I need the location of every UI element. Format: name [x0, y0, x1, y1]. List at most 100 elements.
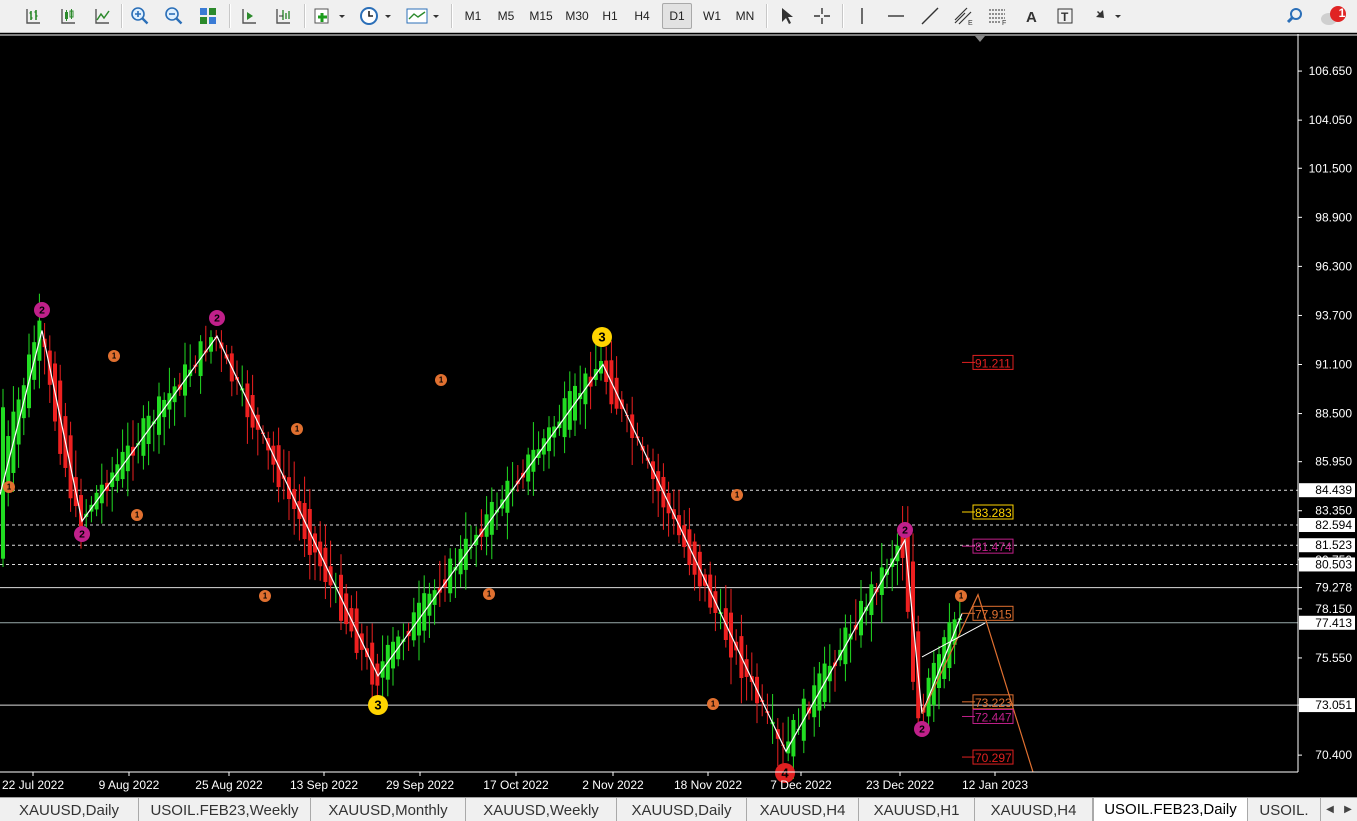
alerts-icon[interactable]: 1 — [1318, 3, 1350, 29]
wave-marker-glyph: 2 — [214, 314, 220, 325]
wave-marker-glyph: 3 — [598, 330, 605, 345]
target-level-label: 72.447 — [975, 710, 1012, 724]
timeframe-mn[interactable]: MN — [730, 3, 760, 29]
price-box-label: 84.439 — [1315, 483, 1352, 497]
wave-marker-glyph: 1 — [735, 491, 740, 500]
date-tick-label: 13 Sep 2022 — [290, 778, 358, 792]
text-label-icon[interactable]: T — [1052, 3, 1078, 29]
equidistant-channel-icon[interactable]: E — [950, 3, 978, 29]
tab-usoil-daily[interactable]: USOIL.FEB23,Daily — [1093, 798, 1248, 821]
toolbar: M1 M5 M15 M30 H1 H4 D1 W1 MN E F A T 1 — [0, 0, 1357, 33]
price-tick-label: 104.050 — [1309, 113, 1353, 127]
price-box-label: 81.523 — [1315, 538, 1352, 552]
price-tick-label: 75.550 — [1315, 651, 1352, 665]
price-tick-label: 93.700 — [1315, 308, 1352, 322]
wave-marker-glyph: 2 — [79, 530, 85, 541]
tab-scroll-left-icon[interactable]: ◀ — [1326, 804, 1334, 815]
crosshair-icon[interactable] — [808, 3, 836, 29]
target-level-label: 83.283 — [975, 506, 1012, 520]
zoom-out-icon[interactable] — [161, 3, 187, 29]
date-tick-label: 29 Sep 2022 — [386, 778, 454, 792]
period-clock-icon[interactable] — [357, 3, 395, 29]
tile-windows-icon[interactable] — [195, 3, 221, 29]
wave-marker-glyph: 1 — [135, 511, 140, 520]
target-level-label: 73.223 — [975, 696, 1012, 710]
chart-shift-icon[interactable] — [270, 3, 296, 29]
arrows-icon[interactable] — [1086, 3, 1126, 29]
tab-xauusd-h4-2[interactable]: XAUUSD,H4 — [975, 798, 1093, 821]
date-tick-label: 18 Nov 2022 — [674, 778, 742, 792]
timeframe-m5[interactable]: M5 — [491, 3, 521, 29]
line-chart-icon[interactable] — [89, 3, 115, 29]
trendline-icon[interactable] — [916, 3, 944, 29]
wave-marker-glyph: 1 — [711, 700, 716, 709]
wave-marker-glyph: 1 — [7, 483, 12, 492]
tab-xauusd-daily[interactable]: XAUUSD,Daily — [0, 798, 139, 821]
search-icon[interactable] — [1282, 3, 1308, 29]
wave-marker-glyph: 1 — [295, 425, 300, 434]
wave-marker-glyph: 2 — [902, 526, 908, 537]
timeframe-d1[interactable]: D1 — [662, 3, 692, 29]
timeframe-h1[interactable]: H1 — [596, 3, 624, 29]
target-level-label: 91.211 — [975, 356, 1011, 370]
text-icon[interactable]: A — [1019, 3, 1045, 29]
price-tick-label: 83.350 — [1315, 504, 1352, 518]
svg-text:E: E — [968, 20, 973, 26]
tab-scroll-right-icon[interactable]: ▶ — [1344, 804, 1352, 815]
wave-marker-glyph: 2 — [39, 306, 45, 317]
auto-scroll-icon[interactable] — [236, 3, 262, 29]
wave-marker-glyph: 1 — [487, 590, 492, 599]
zoom-in-icon[interactable] — [127, 3, 153, 29]
tab-xauusd-daily-2[interactable]: XAUUSD,Daily — [617, 798, 747, 821]
wave-marker-glyph: 1 — [263, 592, 268, 601]
timeframe-h4[interactable]: H4 — [628, 3, 656, 29]
candle-chart-icon[interactable] — [55, 3, 81, 29]
timeframe-w1[interactable]: W1 — [697, 3, 727, 29]
timeframe-m1[interactable]: M1 — [458, 3, 488, 29]
vertical-line-icon[interactable] — [848, 3, 876, 29]
price-tick-label: 88.500 — [1315, 407, 1352, 421]
tab-xauusd-monthly[interactable]: XAUUSD,Monthly — [311, 798, 466, 821]
svg-text:A: A — [1026, 9, 1037, 25]
tab-scroll-arrows[interactable]: ◀ ▶ — [1321, 798, 1357, 821]
price-tick-label: 70.400 — [1315, 748, 1352, 762]
wave-marker-glyph: 3 — [374, 698, 381, 713]
price-tick-label: 85.950 — [1315, 455, 1352, 469]
tab-usoil-weekly[interactable]: USOIL.FEB23,Weekly — [139, 798, 311, 821]
date-tick-label: 22 Jul 2022 — [2, 778, 64, 792]
cursor-arrow-icon[interactable] — [773, 3, 801, 29]
date-tick-label: 25 Aug 2022 — [195, 778, 263, 792]
chart-tabs: XAUUSD,Daily USOIL.FEB23,Weekly XAUUSD,M… — [0, 797, 1357, 821]
date-tick-label: 17 Oct 2022 — [483, 778, 549, 792]
date-tick-label: 7 Dec 2022 — [770, 778, 832, 792]
timeframe-m30[interactable]: M30 — [560, 3, 594, 29]
tab-xauusd-h1[interactable]: XAUUSD,H1 — [859, 798, 975, 821]
wave-marker-glyph: 1 — [439, 376, 444, 385]
tab-xauusd-h4[interactable]: XAUUSD,H4 — [747, 798, 859, 821]
price-chart[interactable]: 222223341111111111 91.21183.28381.47477.… — [0, 34, 1357, 797]
price-tick-label: 79.278 — [1315, 581, 1352, 595]
timeframe-m15[interactable]: M15 — [524, 3, 558, 29]
horizontal-line-icon[interactable] — [882, 3, 910, 29]
price-box-label: 80.503 — [1315, 557, 1352, 571]
tab-usoil-more[interactable]: USOIL. — [1248, 798, 1321, 821]
price-tick-label: 96.300 — [1315, 259, 1352, 273]
price-tick-label: 106.650 — [1309, 64, 1353, 78]
date-tick-label: 2 Nov 2022 — [582, 778, 644, 792]
tab-xauusd-weekly[interactable]: XAUUSD,Weekly — [466, 798, 617, 821]
price-box-label: 73.051 — [1315, 698, 1352, 712]
price-tick-label: 91.100 — [1315, 358, 1352, 372]
price-tick-label: 101.500 — [1309, 161, 1353, 175]
date-tick-label: 23 Dec 2022 — [866, 778, 934, 792]
price-tick-label: 98.900 — [1315, 210, 1352, 224]
date-tick-label: 9 Aug 2022 — [99, 778, 160, 792]
price-box-label: 77.413 — [1315, 616, 1352, 630]
templates-icon[interactable] — [403, 3, 443, 29]
bar-chart-icon[interactable] — [20, 3, 46, 29]
fibonacci-icon[interactable]: F — [984, 3, 1012, 29]
target-level-label: 70.297 — [975, 751, 1012, 765]
price-box-label: 82.594 — [1315, 518, 1352, 532]
indicators-icon[interactable] — [311, 3, 349, 29]
wave-marker-glyph: 1 — [112, 352, 117, 361]
date-tick-label: 12 Jan 2023 — [962, 778, 1028, 792]
